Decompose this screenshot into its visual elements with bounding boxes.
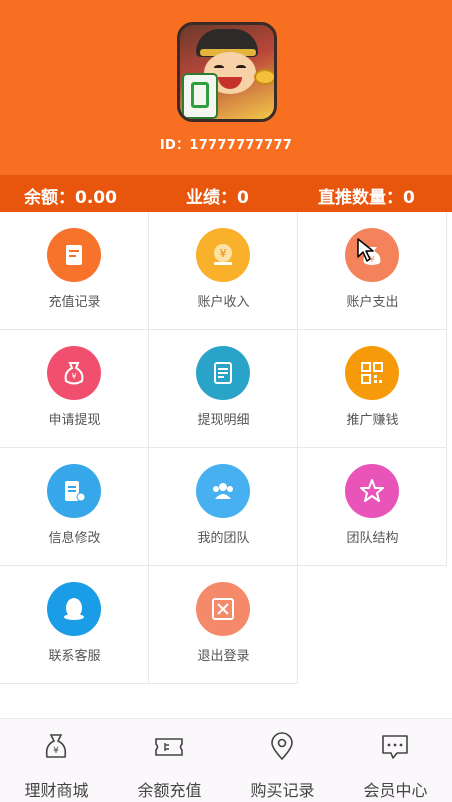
menu-item-edit-info[interactable]: 信息修改 — [0, 448, 149, 566]
user-id: ID：17777777777 — [159, 138, 293, 153]
tab-balance-recharge[interactable]: 余额充值 — [113, 719, 226, 802]
recharge-record-icon — [47, 228, 101, 282]
profile-header: ID：17777777777 — [0, 0, 452, 175]
bottom-tab-bar: ¥ 理财商城 余额充值 购买记录 会员中心 — [0, 718, 452, 802]
withdraw-detail-icon — [196, 346, 250, 400]
menu-item-withdraw-detail[interactable]: 提现明细 — [149, 330, 298, 448]
logout-icon — [196, 582, 250, 636]
account-income-icon: ¥ — [196, 228, 250, 282]
svg-text:¥: ¥ — [71, 372, 76, 381]
team-icon — [196, 464, 250, 518]
menu-item-account-income[interactable]: ¥ 账户收入 — [149, 212, 298, 330]
performance-stat: 业绩：0 — [186, 188, 249, 208]
qr-code-icon — [345, 346, 399, 400]
mahjong-tile — [182, 73, 218, 119]
edit-info-icon — [47, 464, 101, 518]
tab-purchase-record[interactable]: 购买记录 — [226, 719, 339, 802]
tab-member-center[interactable]: 会员中心 — [339, 719, 452, 802]
tab-finance-mall[interactable]: ¥ 理财商城 — [0, 719, 113, 802]
mouse-cursor-icon — [357, 238, 374, 262]
menu-item-logout[interactable]: 退出登录 — [149, 566, 298, 684]
menu-item-apply-withdraw[interactable]: ¥ 申请提现 — [0, 330, 149, 448]
stats-bar: 余额：0.00 业绩：0 直推数量：0 — [0, 175, 452, 212]
customer-service-icon — [47, 582, 101, 636]
star-icon — [345, 464, 399, 518]
menu-item-team-structure[interactable]: 团队结构 — [298, 448, 447, 566]
menu-item-recharge-record[interactable]: 充值记录 — [0, 212, 149, 330]
menu-item-customer-service[interactable]: 联系客服 — [0, 566, 149, 684]
menu-item-promote-earn[interactable]: 推广赚钱 — [298, 330, 447, 448]
money-bag-icon: ¥ — [47, 346, 101, 400]
balance-stat: 余额：0.00 — [24, 188, 117, 208]
chat-bubble-icon — [382, 735, 408, 759]
ticket-icon — [155, 738, 183, 756]
direct-count-stat: 直推数量：0 — [318, 188, 415, 208]
money-bag-outline-icon: ¥ — [45, 734, 67, 758]
avatar[interactable] — [177, 22, 277, 122]
menu-item-account-expense[interactable]: ¥ 账户支出 — [298, 212, 447, 330]
location-pin-icon — [271, 732, 293, 761]
svg-text:¥: ¥ — [220, 247, 227, 260]
svg-text:¥: ¥ — [53, 746, 59, 756]
menu-item-my-team[interactable]: 我的团队 — [149, 448, 298, 566]
